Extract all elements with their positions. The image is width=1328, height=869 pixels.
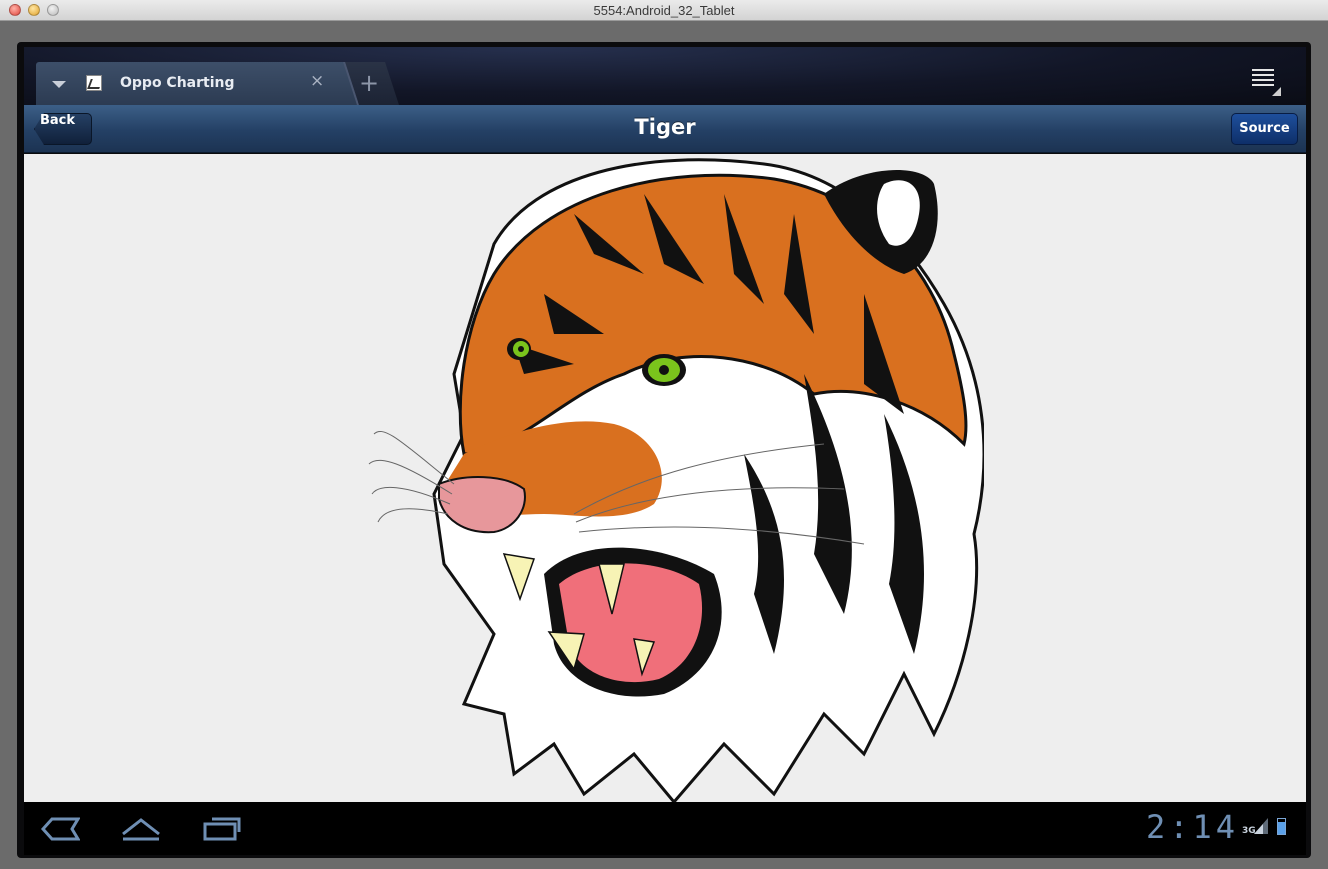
android-screen: Oppo Charting × + Back Tiger Source 2:14… — [24, 47, 1306, 855]
recent-apps-icon[interactable] — [202, 816, 242, 842]
system-bar: 2:14 3G — [24, 802, 1306, 855]
clock[interactable]: 2:14 — [1146, 808, 1239, 846]
window-titlebar: 5554:Android_32_Tablet — [0, 0, 1328, 21]
window-title: 5554:Android_32_Tablet — [593, 3, 735, 18]
browser-tab-bar: Oppo Charting × + — [24, 47, 1306, 105]
signal-icon — [1254, 818, 1268, 834]
battery-icon — [1277, 818, 1286, 835]
menu-corner-indicator — [1272, 87, 1281, 96]
overflow-menu-icon[interactable] — [1252, 69, 1274, 87]
source-button[interactable]: Source — [1231, 113, 1298, 145]
back-nav-icon[interactable] — [40, 816, 80, 842]
browser-tab[interactable]: Oppo Charting × — [36, 62, 358, 105]
home-nav-icon[interactable] — [120, 816, 162, 842]
page-title: Tiger — [634, 115, 696, 139]
tab-dropdown-icon[interactable] — [52, 81, 66, 88]
tiger-illustration — [368, 158, 984, 802]
favicon-icon — [86, 75, 102, 91]
tab-title: Oppo Charting — [120, 75, 235, 91]
image-viewer — [24, 154, 1306, 802]
plus-icon[interactable]: + — [354, 69, 384, 97]
tab-close-icon[interactable]: × — [310, 71, 324, 91]
page-navbar: Back Tiger Source — [24, 105, 1306, 153]
